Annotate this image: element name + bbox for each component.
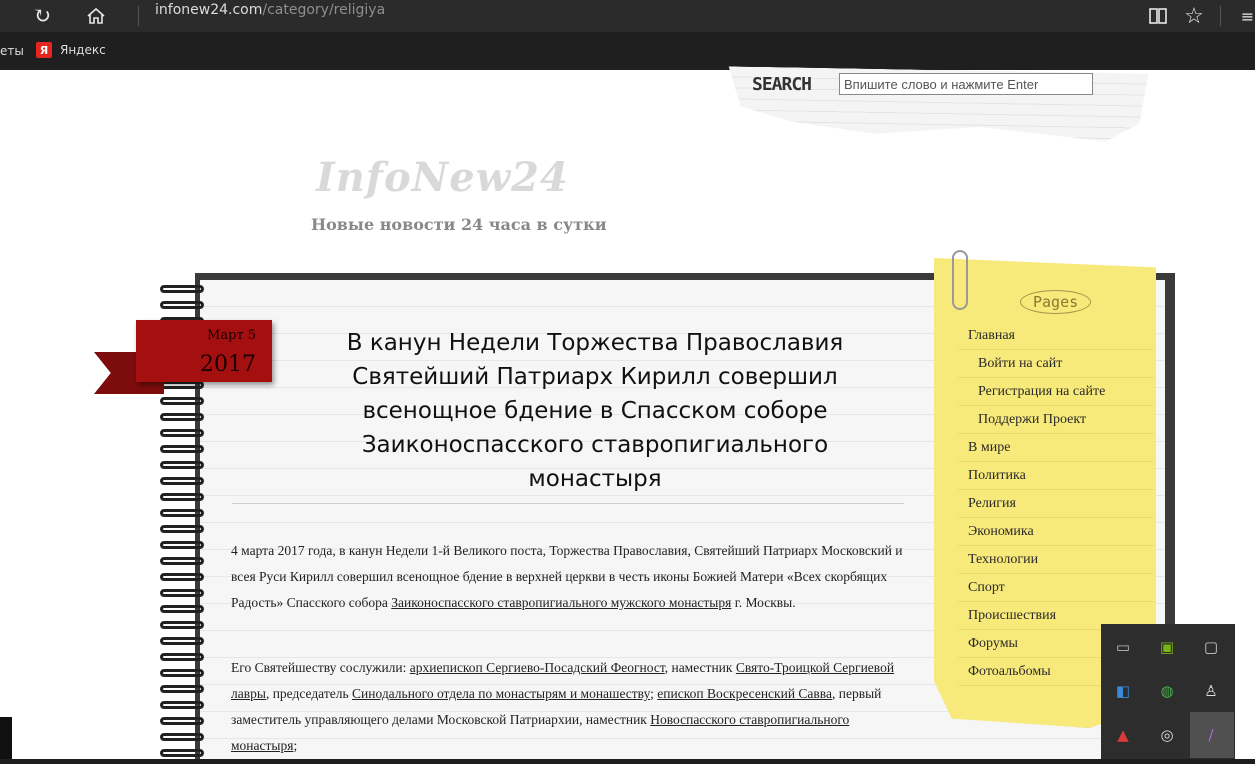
antivirus-icon[interactable]: ▲	[1112, 724, 1134, 746]
usb-drive-icon[interactable]: ▭	[1112, 636, 1134, 658]
spiral-ring	[160, 698, 208, 712]
menu-item-politics[interactable]: Политика	[958, 462, 1154, 490]
spiral-ring	[160, 730, 208, 744]
reading-view-icon[interactable]	[1146, 0, 1170, 32]
spiral-ring	[160, 570, 208, 584]
spiral-ring	[160, 682, 208, 696]
spiral-ring	[160, 394, 208, 408]
spiral-ring	[160, 490, 208, 504]
menu-item-world[interactable]: В мире	[958, 434, 1154, 462]
bishop-link[interactable]: епископ Воскресенский Савва	[657, 686, 832, 701]
spiral-ring	[160, 410, 208, 424]
paragraph-text: ;	[293, 738, 298, 753]
spiral-ring	[160, 714, 208, 728]
favorites-bar: еты Я Яндекс	[0, 32, 1255, 70]
taskbar-edge	[0, 717, 12, 759]
spiral-ring	[160, 746, 208, 760]
post-date-year: 2017	[200, 352, 256, 377]
spiral-ring	[160, 554, 208, 568]
paperclip-icon	[952, 250, 968, 310]
post-title[interactable]: В канун Недели Торжества Православия Свя…	[312, 326, 878, 496]
refresh-icon[interactable]: ↻	[28, 0, 56, 32]
spiral-ring	[160, 474, 208, 488]
spiral-ring	[160, 282, 208, 296]
title-divider	[232, 503, 904, 504]
spiral-ring	[160, 442, 208, 456]
paragraph-text: , наместник	[664, 660, 736, 675]
post-date-day: Март 5	[207, 328, 256, 343]
spiral-ring	[160, 506, 208, 520]
taskbar	[0, 759, 1255, 764]
spiral-ring	[160, 650, 208, 664]
menu-item-sport[interactable]: Спорт	[958, 574, 1154, 602]
url-host: infonew24.com	[155, 2, 263, 18]
network-app-icon[interactable]: ◧	[1112, 680, 1134, 702]
yandex-icon: Я	[36, 42, 52, 58]
menu-item-technology[interactable]: Технологии	[958, 546, 1154, 574]
menu-item-religion[interactable]: Религия	[958, 490, 1154, 518]
paragraph-text: г. Москвы.	[731, 595, 796, 610]
nvidia-icon[interactable]: ▣	[1156, 636, 1178, 658]
spiral-ring	[160, 458, 208, 472]
menu-item-economy[interactable]: Экономика	[958, 518, 1154, 546]
spiral-ring	[160, 298, 208, 312]
browser-toolbar: ↻ infonew24.com/category/religiya ☆ ≡	[0, 0, 1255, 32]
bookmark-item[interactable]: еты	[0, 44, 24, 58]
spiral-ring	[160, 426, 208, 440]
spiral-ring	[160, 538, 208, 552]
site-tagline: Новые новости 24 часа в сутки	[311, 215, 607, 234]
synodal-department-link[interactable]: Синодального отдела по монастырям и мона…	[352, 686, 650, 701]
sync-icon[interactable]: ◎	[1156, 724, 1178, 746]
menu-item-home[interactable]: Главная	[958, 322, 1154, 350]
home-icon[interactable]	[82, 0, 110, 32]
search-label: SEARCH	[752, 74, 812, 95]
toolbar-separator	[1220, 6, 1221, 26]
bookmark-yandex[interactable]: Я Яндекс	[36, 42, 106, 58]
paragraph-text: , председатель	[265, 686, 352, 701]
site-logo[interactable]: InfoNew24	[316, 154, 569, 201]
monastery-link[interactable]: Заиконоспасского ставропигиального мужск…	[391, 595, 731, 610]
spiral-ring	[160, 522, 208, 536]
spiral-ring	[160, 586, 208, 600]
pen-icon[interactable]: ∕	[1200, 724, 1222, 746]
menu-item-register[interactable]: Регистрация на сайте	[958, 378, 1154, 406]
browser-app-icon[interactable]: ◍	[1156, 680, 1178, 702]
spiral-ring	[160, 634, 208, 648]
toolbar-separator	[138, 6, 139, 26]
address-bar[interactable]: infonew24.com/category/religiya	[155, 0, 385, 32]
search-input[interactable]	[839, 73, 1093, 95]
archbishop-link[interactable]: архиепископ Сергиево-Посадский Феогност	[410, 660, 665, 675]
favorite-star-icon[interactable]: ☆	[1182, 0, 1206, 32]
post-paragraph-2: Его Святейшеству сослужили: архиепископ …	[231, 655, 903, 759]
bookmark-label: Яндекс	[60, 43, 106, 57]
spiral-ring	[160, 602, 208, 616]
spiral-ring	[160, 666, 208, 680]
usb-device-icon[interactable]: ♙	[1200, 680, 1222, 702]
more-icon[interactable]: ≡	[1240, 0, 1255, 32]
menu-item-support[interactable]: Поддержи Проект	[958, 406, 1154, 434]
post-paragraph-1: 4 марта 2017 года, в канун Недели 1-й Ве…	[231, 538, 903, 616]
pages-heading: Pages	[1020, 290, 1092, 314]
menu-item-login[interactable]: Войти на сайт	[958, 350, 1154, 378]
date-ribbon: Март 5 2017	[136, 320, 272, 382]
tablet-icon[interactable]: ▢	[1200, 636, 1222, 658]
paragraph-text: Его Святейшеству сослужили:	[231, 660, 410, 675]
spiral-ring	[160, 618, 208, 632]
url-path: /category/religiya	[262, 2, 386, 18]
